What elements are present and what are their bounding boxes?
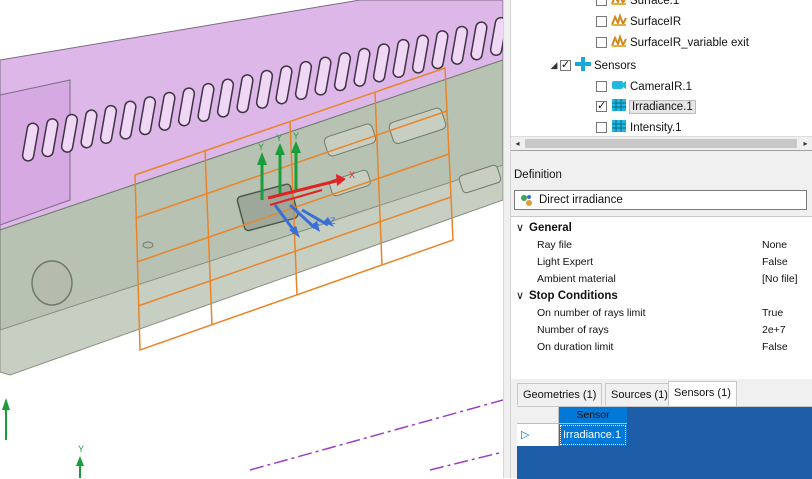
sensor-type-value: Direct irradiance (539, 194, 623, 206)
triad-label-z2: Z (314, 217, 320, 227)
sensor-type-icon (521, 195, 532, 206)
tree-item-label: Surface.1 (630, 0, 680, 7)
tab-sources-1[interactable]: Sources (1) (605, 383, 674, 405)
property-value[interactable]: True (762, 307, 812, 319)
surface-icon (611, 0, 630, 9)
sensors-folder-icon (575, 57, 594, 74)
property-value[interactable]: False (762, 341, 812, 353)
specification-tree[interactable]: Surface.1 SurfaceIR SurfaceIR_variable exi… (511, 0, 812, 151)
property-row[interactable]: Number of rays 2e+7 (529, 321, 812, 338)
table-corner (517, 407, 559, 424)
table-cell-sensor[interactable]: Irradiance.1 (559, 424, 627, 446)
triad-label-y3: Y (293, 131, 299, 141)
tree-item-surfaceir[interactable]: SurfaceIR (596, 12, 681, 31)
property-row[interactable]: On duration limit False (529, 338, 812, 355)
property-row[interactable]: Ambient material [No file] (529, 270, 812, 287)
tree-checkbox[interactable] (596, 16, 607, 27)
triad-label-y1: Y (258, 142, 264, 152)
property-value[interactable]: 2e+7 (762, 324, 812, 336)
property-value[interactable]: [No file] (762, 273, 812, 285)
tree-item-label: SurfaceIR_variable exit (630, 36, 749, 49)
triad-label-z1: Z (292, 226, 298, 236)
chevron-down-icon[interactable]: ∨ (511, 289, 529, 302)
table-row-marker[interactable]: ▷ (517, 424, 559, 446)
tree-checkbox[interactable] (596, 99, 607, 112)
triad-label-x: X (349, 170, 355, 180)
tree-item-label: Sensors (594, 59, 637, 72)
3d-viewport[interactable]: Y Y Y X Z Z Z Y (0, 0, 503, 478)
bottom-tabs: Geometries (1) Sources (1) Sensors (1) (511, 381, 812, 406)
intensity-sensor-icon (611, 119, 630, 136)
tree-item-surface-1[interactable]: Surface.1 (596, 0, 679, 10)
property-row[interactable]: Light Expert False (529, 253, 812, 270)
surface-icon (611, 13, 630, 30)
property-name: Number of rays (537, 323, 609, 336)
property-name: On duration limit (537, 340, 614, 353)
viewport-canvas[interactable]: Y Y Y X Z Z Z Y (0, 0, 503, 478)
panel-splitter[interactable] (503, 0, 511, 478)
sensor-type-field[interactable]: Direct irradiance (514, 190, 807, 210)
guide-lines (249, 399, 503, 471)
irradiance-sensor-icon (611, 98, 630, 115)
property-name: Light Expert (537, 255, 594, 268)
property-row[interactable]: Ray file None (529, 236, 812, 253)
category-general[interactable]: ∨ General (511, 219, 812, 236)
right-panel: Surface.1 SurfaceIR SurfaceIR_variable exi… (511, 0, 812, 479)
category-label: General (529, 221, 572, 234)
mount-hole (31, 260, 73, 306)
world-axis-left (2, 398, 84, 478)
small-hole (142, 241, 154, 249)
table-header-sensor[interactable]: Sensor (559, 407, 627, 424)
tree-item-label: CameraIR.1 (630, 80, 692, 93)
tree-item-camerair-1[interactable]: CameraIR.1 (596, 77, 692, 96)
property-value[interactable]: None (762, 239, 812, 251)
scroll-thumb[interactable] (525, 139, 797, 148)
scroll-left-icon[interactable]: ◂ (511, 137, 524, 150)
tree-checkbox[interactable] (596, 0, 607, 6)
tree-item-sensors[interactable]: ◢ Sensors (548, 56, 636, 75)
tree-item-surfaceir-variable-exit[interactable]: SurfaceIR_variable exit (596, 33, 749, 52)
camera-sensor-icon (611, 78, 630, 95)
tree-item-label: Intensity.1 (630, 121, 682, 134)
world-axis-y-label: Y (78, 444, 84, 454)
property-value[interactable]: False (762, 256, 812, 268)
scroll-right-icon[interactable]: ▸ (799, 137, 812, 150)
tree-horizontal-scrollbar[interactable]: ◂ ▸ (511, 136, 812, 150)
tree-checkbox[interactable] (596, 81, 607, 92)
property-row[interactable]: On number of rays limit True (529, 304, 812, 321)
tree-item-label: Irradiance.1 (629, 99, 696, 114)
category-label: Stop Conditions (529, 289, 618, 302)
tree-checkbox[interactable] (596, 37, 607, 48)
property-name: Ray file (537, 238, 573, 251)
tree-expander-icon[interactable]: ◢ (548, 60, 560, 71)
tab-geometries-1[interactable]: Geometries (1) (517, 383, 603, 405)
tree-item-intensity-1[interactable]: Intensity.1 (596, 118, 682, 137)
tab-sensors-1[interactable]: Sensors (1) (668, 381, 737, 406)
property-name: On number of rays limit (537, 306, 646, 319)
tree-checkbox[interactable] (596, 122, 607, 133)
tree-checkbox[interactable] (560, 58, 571, 71)
sensor-table[interactable]: Sensor ▷ Irradiance.1 (517, 406, 812, 479)
chevron-down-icon[interactable]: ∨ (511, 221, 529, 234)
property-name: Ambient material (537, 272, 616, 285)
category-stop-conditions[interactable]: ∨ Stop Conditions (511, 287, 812, 304)
triad-label-z3: Z (330, 216, 336, 226)
surface-icon (611, 34, 630, 51)
tree-item-label: SurfaceIR (630, 15, 682, 28)
definition-title: Definition (514, 169, 562, 181)
tree-item-irradiance-1[interactable]: Irradiance.1 (596, 97, 696, 116)
property-grid[interactable]: ∨ General Ray file None Light Expert False Amb… (511, 216, 812, 379)
triad-label-y2: Y (276, 133, 282, 143)
